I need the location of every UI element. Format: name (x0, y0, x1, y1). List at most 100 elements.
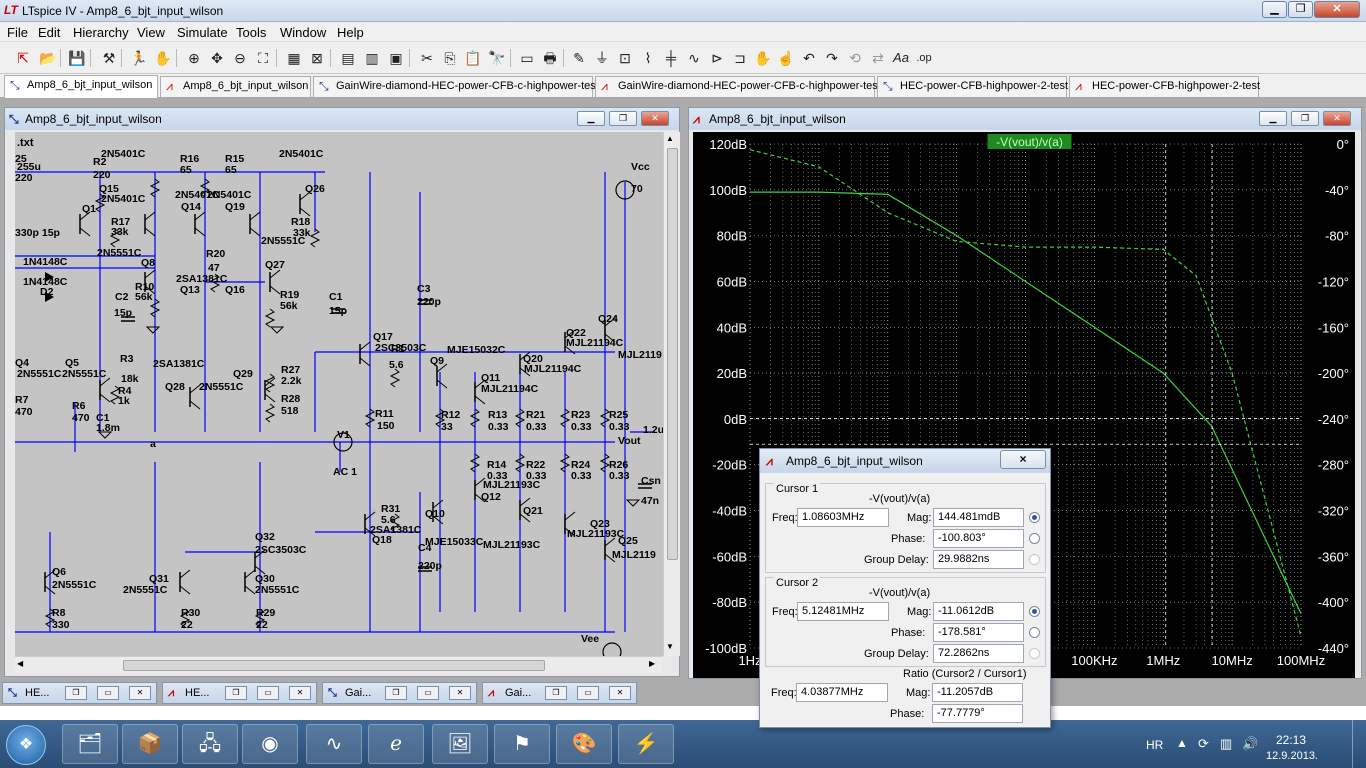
diode-icon[interactable]: ⊳ (707, 48, 727, 68)
open-file-icon[interactable]: 📂 (38, 48, 58, 68)
spice-directive-icon[interactable]: .op (914, 48, 934, 68)
clock-date[interactable]: 12.9.2013. (1266, 750, 1318, 762)
schematic-minimize-button[interactable]: ▁ (577, 111, 605, 126)
oscilloscope-icon[interactable]: ∿ (306, 724, 362, 764)
menu-hierarchy[interactable]: Hierarchy (73, 25, 129, 40)
scroll-up-arrow-icon[interactable]: ▲ (666, 134, 674, 143)
language-indicator[interactable]: HR (1146, 738, 1163, 752)
cursor2-phase-field[interactable]: -178.581° (933, 623, 1024, 642)
halt-icon[interactable]: ✋ (153, 48, 173, 68)
internet-explorer-icon[interactable]: ℯ (368, 724, 424, 764)
antivirus-icon[interactable]: ◉ (242, 724, 298, 764)
close-button[interactable]: ✕ (289, 686, 311, 700)
print-icon[interactable]: 🖶 (540, 48, 560, 68)
ratio-phase-field[interactable]: -77.7779° (932, 704, 1023, 723)
cursor2-phase-radio[interactable] (1029, 627, 1040, 638)
label-net-icon[interactable]: ⊡ (615, 48, 635, 68)
ratio-freq-field[interactable]: 4.03877MHz (796, 683, 888, 702)
open-schematic-icon[interactable]: ⇱ (13, 48, 33, 68)
run-icon[interactable]: 🏃 (129, 48, 149, 68)
photos-icon[interactable]: 🖼 (432, 724, 488, 764)
drag-icon[interactable]: ☝ (776, 48, 796, 68)
wire-icon[interactable]: ✎ (569, 48, 589, 68)
cursor1-phase-field[interactable]: -100.803° (933, 529, 1024, 548)
component-icon[interactable]: ⊐ (730, 48, 750, 68)
cursor1-phase-radio[interactable] (1029, 533, 1040, 544)
maximize-button[interactable]: ▭ (97, 686, 119, 700)
waveform-restore-button[interactable]: ❐ (1291, 111, 1319, 126)
cursor2-mag-field[interactable]: -11.0612dB (933, 602, 1024, 621)
maximize-button[interactable]: ▭ (577, 686, 599, 700)
start-button[interactable]: ❖ (6, 725, 46, 765)
minimized-window-1[interactable]: ⤡ HE... ❐ ▭ ✕ (2, 682, 157, 704)
tray-arrow-icon[interactable]: ▲ (1176, 736, 1188, 750)
cursor1-group-delay-radio[interactable] (1029, 554, 1040, 565)
ratio-mag-field[interactable]: -11.2057dB (932, 683, 1023, 702)
close-button[interactable]: ✕ (129, 686, 151, 700)
cursor1-mag-radio[interactable] (1029, 512, 1040, 523)
cursor1-freq-field[interactable]: 1.08603MHz (797, 508, 889, 527)
cursor1-group-delay-field[interactable]: 29.9882ns (933, 550, 1024, 569)
package-icon[interactable]: 📦 (122, 724, 178, 764)
capacitor-icon[interactable]: ╪ (661, 48, 681, 68)
minimized-window-3[interactable]: ⤡ Gai... ❐ ▭ ✕ (322, 682, 477, 704)
cascade-icon[interactable]: ▣ (386, 48, 406, 68)
clock-time[interactable]: 22:13 (1276, 733, 1306, 747)
waveform-minimize-button[interactable]: ▁ (1259, 111, 1287, 126)
schematic-horizontal-scrollbar[interactable]: ◀ ▶ (15, 656, 663, 673)
copy-icon[interactable]: ⎘ (440, 48, 460, 68)
volume-icon[interactable]: 🔊 (1242, 736, 1258, 752)
schematic-canvas[interactable]: 25 255u 220 Q1 330p 15p 1N4148C 1N4148C D2 R2 220… (15, 132, 663, 656)
cursor2-group-delay-field[interactable]: 72.2862ns (933, 644, 1024, 663)
restore-button[interactable]: ❐ (385, 686, 407, 700)
restore-button[interactable]: ❐ (545, 686, 567, 700)
menu-tools[interactable]: Tools (236, 25, 266, 40)
scroll-right-arrow-icon[interactable]: ▶ (649, 659, 655, 668)
tab-waveform-gainwire[interactable]: ⩘ GainWire-diamond-HEC-power-CFB-c-highpo… (595, 76, 881, 97)
menu-view[interactable]: View (137, 25, 165, 40)
paint-icon[interactable]: 🎨 (556, 724, 612, 764)
tab-schematic-hec[interactable]: ⤡ HEC-power-CFB-highpower-2-test (877, 76, 1068, 97)
tab-waveform-hec[interactable]: ⩘ HEC-power-CFB-highpower-2-test (1069, 76, 1260, 97)
control-panel-icon[interactable]: ⚒ (99, 48, 119, 68)
redo-icon[interactable]: ↷ (822, 48, 842, 68)
scroll-left-arrow-icon[interactable]: ◀ (17, 659, 23, 668)
menu-file[interactable]: File (7, 25, 28, 40)
minimize-button[interactable]: ▁ (1262, 1, 1287, 18)
waveform-close-button[interactable]: ✕ (1323, 111, 1351, 126)
tile-horizontal-icon[interactable]: ▤ (338, 48, 358, 68)
zoom-fit-icon[interactable]: ⛶ (253, 48, 273, 68)
inductor-icon[interactable]: ∿ (684, 48, 704, 68)
move-icon[interactable]: ✋ (753, 48, 773, 68)
cursor-dialog-close-button[interactable]: × (1000, 450, 1046, 469)
text-icon[interactable]: Aa (891, 48, 911, 68)
ltspice-task-icon[interactable]: ⚡ (618, 724, 674, 764)
zoom-in-icon[interactable]: ⊕ (184, 48, 204, 68)
paste-icon[interactable]: 📋 (463, 48, 483, 68)
show-desktop-button[interactable] (1352, 720, 1366, 768)
close-button[interactable]: ✕ (609, 686, 631, 700)
save-icon[interactable]: 💾 (67, 48, 87, 68)
explorer-icon[interactable]: 🗂 (62, 724, 118, 764)
find-icon[interactable]: 🔭 (487, 48, 507, 68)
minimized-window-2[interactable]: ⩘ HE... ❐ ▭ ✕ (162, 682, 317, 704)
cursor2-freq-field[interactable]: 5.12481MHz (797, 602, 889, 621)
delete-traces-icon[interactable]: ⊠ (307, 48, 327, 68)
network-tray-icon[interactable]: ▥ (1220, 736, 1232, 752)
tab-waveform-amp8[interactable]: ⩘ Amp8_6_bjt_input_wilson (160, 76, 311, 97)
pdf-reader-icon[interactable]: ⚑ (494, 724, 550, 764)
restore-button[interactable]: ❐ (225, 686, 247, 700)
rotate-icon[interactable]: ⟲ (845, 48, 865, 68)
schematic-restore-button[interactable]: ❐ (609, 111, 637, 126)
sync-icon[interactable]: ⟳ (1198, 736, 1209, 752)
close-button[interactable]: ✕ (449, 686, 471, 700)
cursor2-mag-radio[interactable] (1029, 606, 1040, 617)
tab-schematic-gainwire[interactable]: ⤡ GainWire-diamond-HEC-power-CFB-c-highpo… (313, 76, 599, 97)
autorange-icon[interactable]: ▦ (284, 48, 304, 68)
minimized-window-4[interactable]: ⩘ Gai... ❐ ▭ ✕ (482, 682, 637, 704)
cursor2-group-delay-radio[interactable] (1029, 648, 1040, 659)
menu-simulate[interactable]: Simulate (177, 25, 228, 40)
resistor-icon[interactable]: ⌇ (638, 48, 658, 68)
zoom-out-icon[interactable]: ⊖ (230, 48, 250, 68)
maximize-button[interactable]: ▭ (257, 686, 279, 700)
